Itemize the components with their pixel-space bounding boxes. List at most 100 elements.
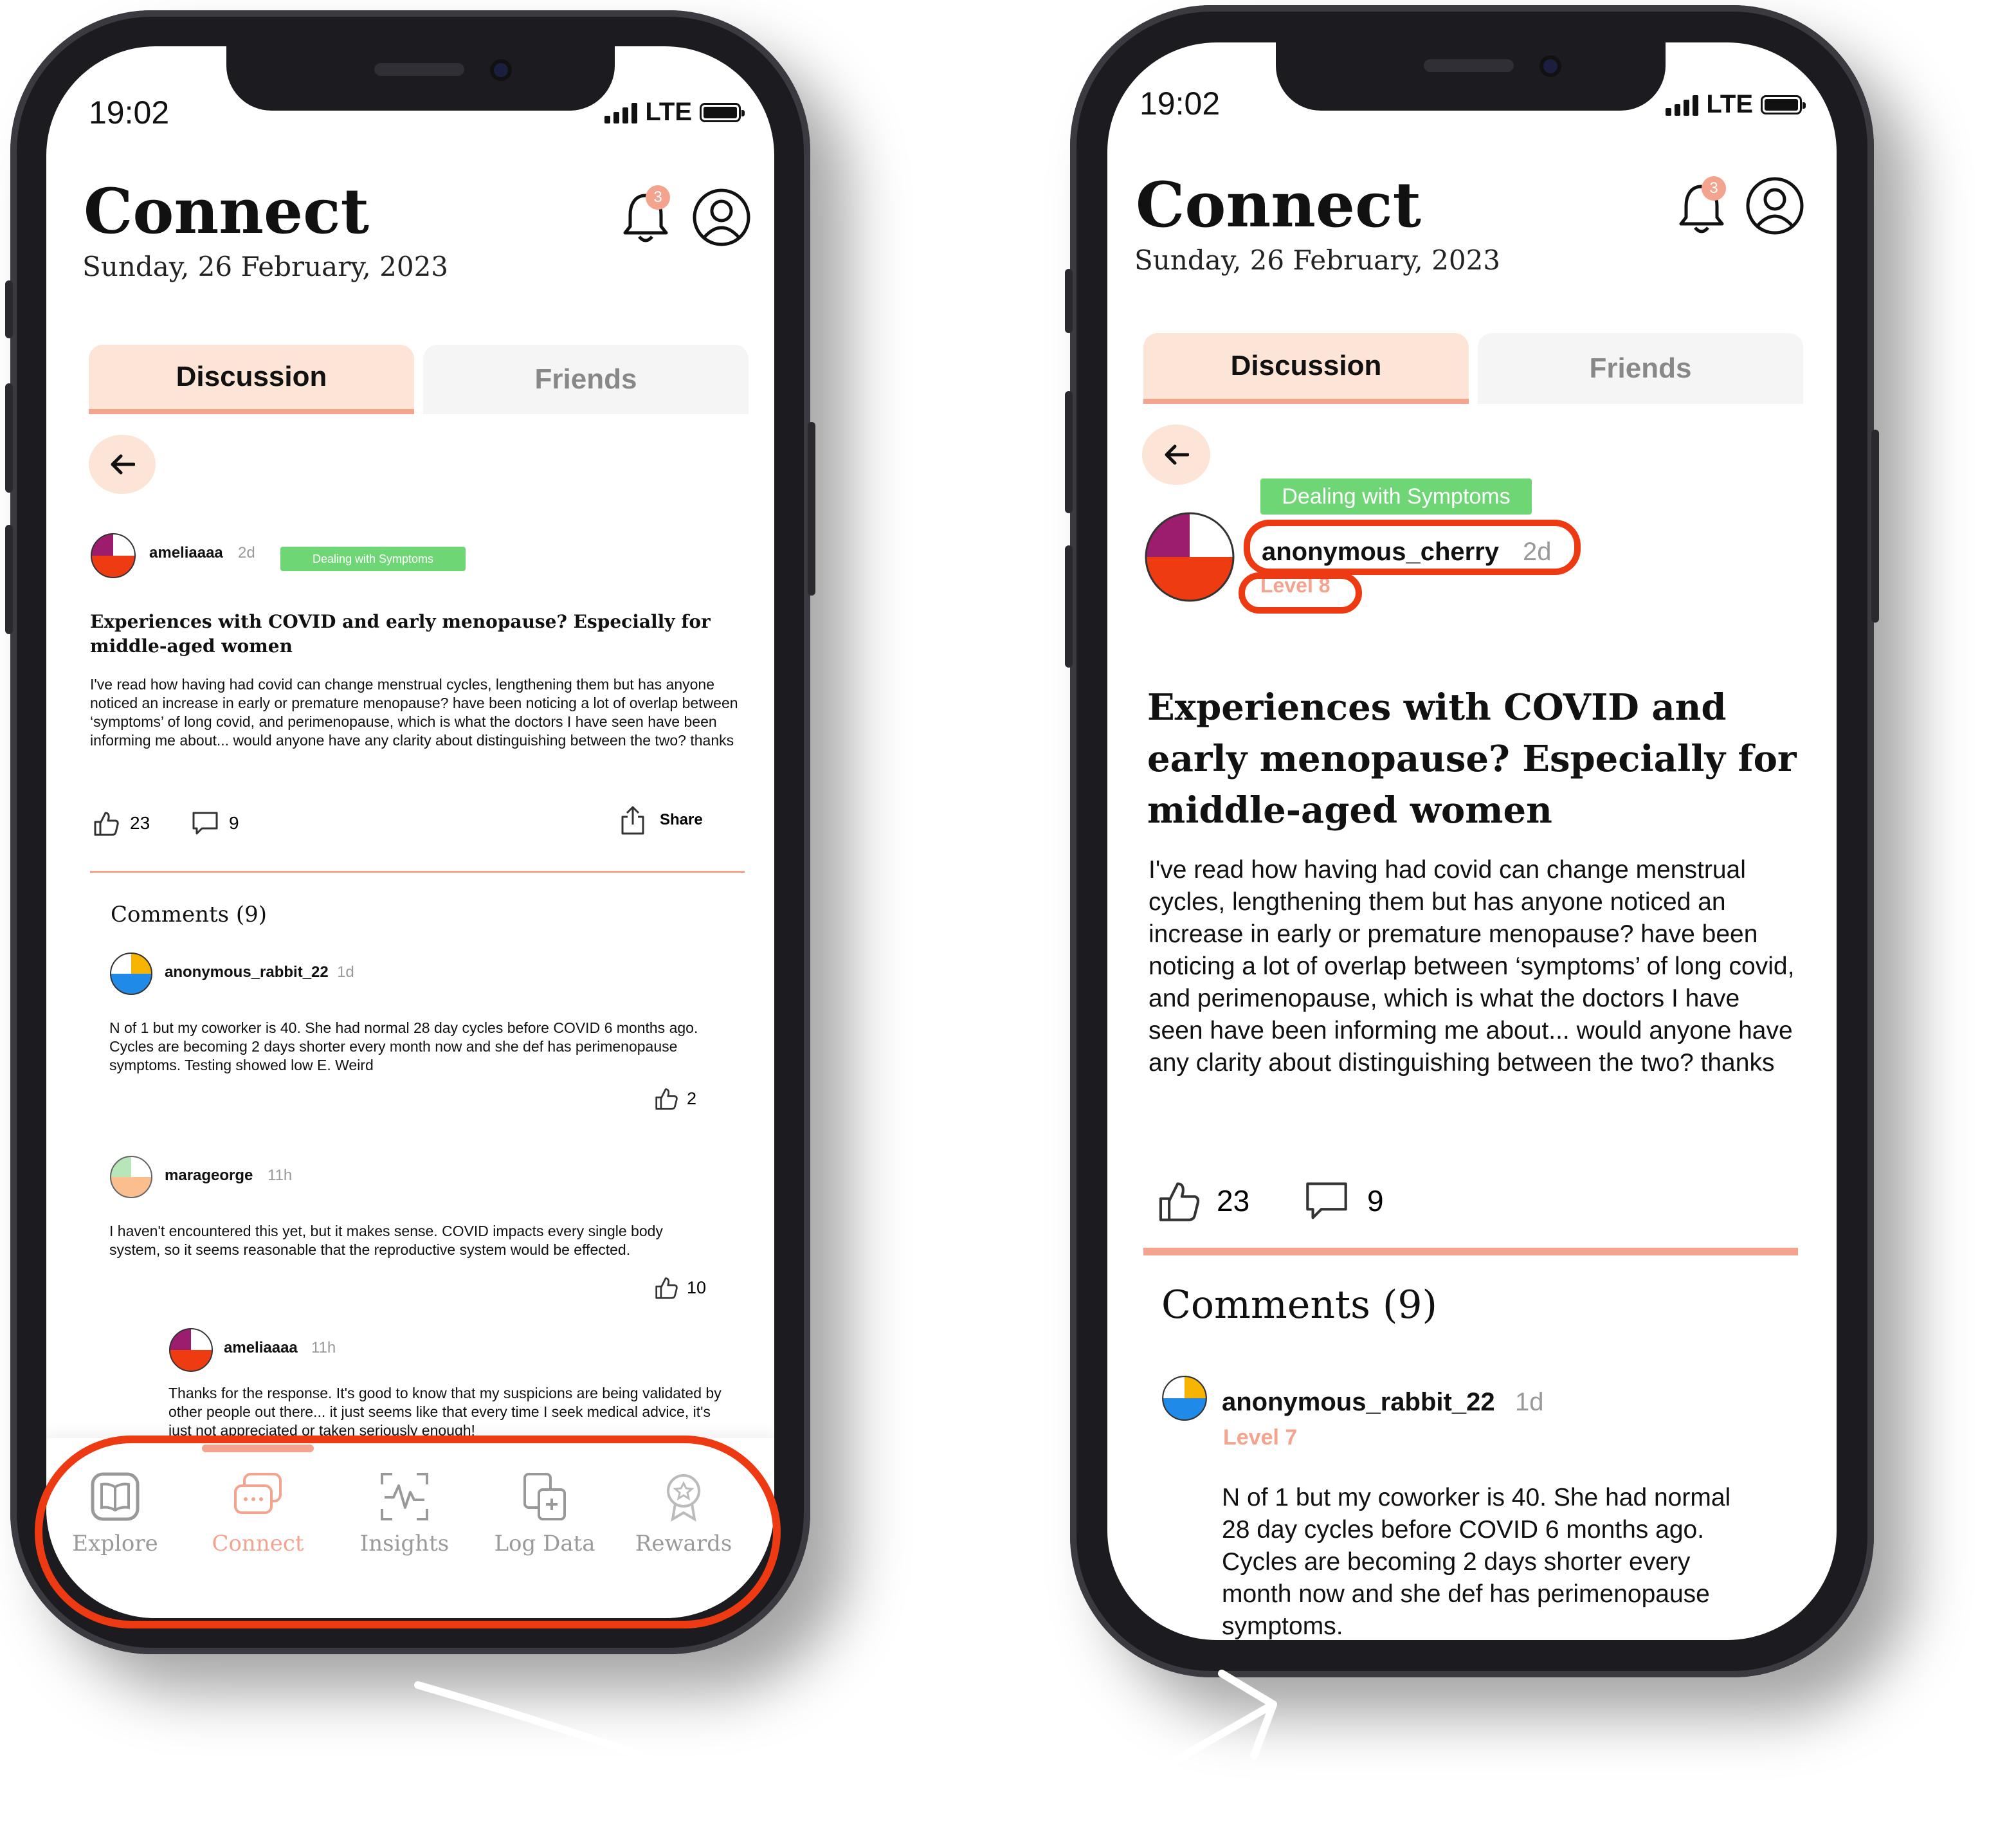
phone-mockup-left: 19:02 LTE Connect Sunday, 26 February, 2… [5,10,815,1654]
network-label: LTE [1706,90,1753,118]
avatar [109,1155,153,1199]
tab-friends[interactable]: Friends [423,345,749,414]
comment-like-button[interactable]: 2 [653,1087,696,1110]
volume-up-button [5,383,13,493]
notification-button[interactable]: 3 [620,185,671,247]
app-screen: 19:02 LTE Connect Sunday, 26 February, 2… [46,46,774,1618]
avatar [109,952,153,996]
like-count: 23 [1217,1184,1250,1217]
topic-tag[interactable]: Dealing with Symptoms [1260,479,1532,515]
volume-down-button [5,525,13,634]
user-circle-icon [1746,177,1804,235]
author-level: Level 7 [1223,1425,1298,1450]
comments-header: Comments (9) [1161,1282,1437,1327]
comment-like-count: 10 [687,1277,707,1297]
page-date: Sunday, 26 February, 2023 [82,251,449,282]
comment-button[interactable]: 9 [1304,1180,1384,1222]
divider [1143,1248,1798,1255]
battery-icon [700,102,745,122]
status-time: 19:02 [1140,86,1221,122]
volume-up-button [1065,391,1073,513]
tab-discussion[interactable]: Discussion [89,345,414,414]
comment-count: 9 [1367,1184,1384,1217]
notification-button[interactable]: 3 [1676,176,1727,238]
back-button[interactable] [1142,424,1210,485]
like-button[interactable]: 23 [1156,1180,1249,1222]
comment-age: 11h [268,1167,293,1184]
comment-author[interactable]: ameliaaaa [224,1339,298,1357]
back-button[interactable] [89,435,156,494]
avatar [1161,1375,1208,1421]
thumbs-up-icon [94,812,119,836]
comment-author[interactable]: anonymous_rabbit_22 [165,963,329,981]
comment-text: I haven't encountered this yet, but it m… [109,1223,663,1258]
volume-down-button [1065,545,1073,668]
comment-text: N of 1 but my coworker is 40. She had no… [1222,1484,1731,1640]
comment-age: 1d [337,963,354,981]
notification-badge: 3 [1702,176,1726,201]
post-title: Experiences with COVID and early menopau… [90,611,711,657]
mute-switch [1065,269,1073,333]
signal-icon [604,102,638,123]
like-count: 23 [130,813,150,833]
comment-icon [192,812,218,835]
status-indicators: LTE [1666,90,1806,119]
notch [226,46,615,111]
user-circle-icon [693,188,750,246]
status-indicators: LTE [604,98,745,127]
mute-switch [5,280,13,338]
avatar [168,1327,213,1372]
profile-button[interactable] [692,188,751,247]
comment-author[interactable]: anonymous_rabbit_22 [1222,1388,1495,1417]
avatar [90,533,136,579]
comment-button[interactable]: 9 [192,810,239,836]
comment-age: 1d [1515,1388,1544,1416]
arrow-left-icon [111,454,135,475]
notification-badge: 3 [646,185,670,210]
post-author[interactable]: ameliaaaa [149,544,223,562]
share-label: Share [660,811,703,828]
post-age: 2d [238,544,255,561]
share-button[interactable]: Share [620,805,703,835]
signal-icon [1666,94,1699,116]
battery-icon [1761,95,1806,114]
divider [90,871,745,873]
tab-friends[interactable]: Friends [1478,333,1803,404]
post-title: Experiences with COVID and early menopau… [1147,686,1797,832]
power-button [808,422,815,596]
thumbs-up-icon [655,1277,678,1299]
comment-age: 11h [311,1339,336,1356]
post-body: I've read how having had covid can chang… [1149,856,1795,1077]
notch [1276,42,1666,111]
topic-tag[interactable]: Dealing with Symptoms [280,547,466,571]
arrow-left-icon [1165,444,1189,465]
share-icon [621,806,644,835]
comment-text: Thanks for the response. It's good to kn… [168,1385,722,1439]
comment-text: N of 1 but my coworker is 40. She had no… [109,1019,698,1073]
thumbs-up-icon [655,1088,678,1110]
avatar [1143,511,1236,603]
phone-mockup-right: 19:02 LTE Connect Sunday, 26 February, 2… [1065,5,1879,1677]
like-button[interactable]: 23 [93,810,150,836]
comment-icon [1306,1182,1347,1219]
comment-like-button[interactable]: 10 [653,1276,706,1299]
thumbs-up-icon [1159,1182,1200,1221]
comment-count: 9 [229,813,239,833]
post-body: I've read how having had covid can chang… [90,676,738,749]
page-date: Sunday, 26 February, 2023 [1134,244,1501,276]
power-button [1871,430,1879,623]
network-label: LTE [645,98,692,126]
app-screen: 19:02 LTE Connect Sunday, 26 February, 2… [1107,42,1837,1640]
nav-highlight [35,1436,781,1628]
level-highlight [1239,572,1362,614]
username-highlight [1244,520,1581,575]
tab-discussion[interactable]: Discussion [1143,333,1469,404]
page-title: Connect [1136,169,1421,241]
transition-arrow [414,1670,1277,1811]
page-title: Connect [84,175,369,248]
comment-like-count: 2 [687,1088,697,1108]
status-time: 19:02 [89,95,170,131]
comment-author[interactable]: marageorge [165,1167,253,1185]
profile-button[interactable] [1745,176,1804,235]
comments-header: Comments (9) [111,902,268,927]
